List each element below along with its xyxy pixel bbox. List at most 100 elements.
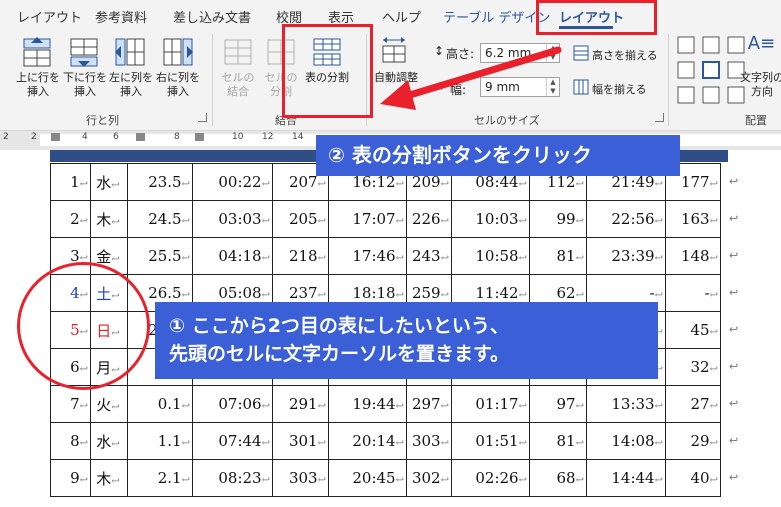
cell-text: 25.5 — [148, 247, 182, 265]
distribute-columns-button[interactable]: 幅を揃える — [592, 81, 647, 97]
table-cell[interactable]: 29↩ — [665, 422, 721, 460]
table-cell[interactable]: 17:07↩ — [328, 200, 407, 238]
insert-row-above-button[interactable]: 上に行を 挿入 — [12, 71, 64, 99]
table-cell[interactable]: 14:08↩ — [586, 422, 666, 460]
table-cell[interactable]: 10:58↩ — [451, 237, 530, 275]
table-cell[interactable]: 303↩ — [272, 459, 329, 497]
merge-cells-button[interactable]: セルの 結合 — [218, 71, 258, 99]
table-cell[interactable]: 9↩ — [50, 459, 91, 497]
table-cell[interactable]: 99↩ — [529, 200, 587, 238]
table-cell[interactable]: 2.1↩ — [127, 459, 193, 497]
distribute-rows-button[interactable]: 高さを揃える — [592, 47, 658, 63]
table-cell[interactable]: 68↩ — [529, 459, 587, 497]
table-cell[interactable]: 水↩ — [90, 422, 128, 460]
table-cell[interactable]: 7↩ — [50, 385, 91, 423]
insert-row-below-button[interactable]: 下に行を 挿入 — [60, 71, 110, 99]
cell-end-mark: ↩ — [79, 401, 88, 412]
table-cell[interactable]: 火↩ — [90, 385, 128, 423]
table-cell[interactable]: 163↩ — [665, 200, 721, 238]
table-cell[interactable]: 1↩ — [50, 163, 91, 201]
table-cell[interactable]: 22:56↩ — [586, 200, 666, 238]
table-row[interactable]: 8↩ 水↩ 1.1↩ 07:44↩ 301↩ 20:14↩ 303↩ 01:51↩ 81↩ 14:… — [50, 422, 721, 460]
cell-alignment-grid-icon[interactable] — [677, 36, 747, 106]
tab-table-design[interactable]: テーブル デザイン — [443, 7, 550, 26]
table-cell[interactable]: 20:14↩ — [328, 422, 407, 460]
table-cell[interactable]: 0.1↩ — [127, 385, 193, 423]
table-cell[interactable]: 木↩ — [90, 200, 128, 238]
table-row[interactable]: 3↩ 金↩ 25.5↩ 04:18↩ 218↩ 17:46↩ 243↩ 10:58↩ 81↩ 23… — [50, 237, 721, 275]
table-cell[interactable]: 32↩ — [665, 348, 721, 386]
table-cell[interactable]: 08:23↩ — [192, 459, 273, 497]
table-cell[interactable]: 03:03↩ — [192, 200, 273, 238]
table-cell[interactable]: 81↩ — [529, 237, 587, 275]
table-cell[interactable]: 243↩ — [406, 237, 452, 275]
ruler-column-marker[interactable] — [136, 133, 145, 141]
table-cell[interactable]: 25.5↩ — [127, 237, 193, 275]
cell-end-mark: ↩ — [518, 179, 527, 190]
table-cell[interactable]: 04:18↩ — [192, 237, 273, 275]
ruler-column-marker[interactable] — [195, 133, 204, 141]
insert-column-right-button[interactable]: 右に列を 挿入 — [153, 71, 203, 99]
table-cell[interactable]: 297↩ — [406, 385, 452, 423]
cell-size-launcher[interactable] — [655, 113, 664, 122]
table-cell[interactable]: 07:06↩ — [192, 385, 273, 423]
table-cell[interactable]: 17:46↩ — [328, 237, 407, 275]
table-cell[interactable]: 23.5↩ — [127, 163, 193, 201]
cell-end-mark: ↩ — [575, 475, 584, 486]
table-cell[interactable]: 148↩ — [665, 237, 721, 275]
table-row[interactable]: 7↩ 火↩ 0.1↩ 07:06↩ 291↩ 19:44↩ 297↩ 01:17↩ 97↩ 13:… — [50, 385, 721, 423]
table-cell[interactable]: 40↩ — [665, 459, 721, 497]
table-cell[interactable]: 木↩ — [90, 459, 128, 497]
table-cell[interactable]: 10:03↩ — [451, 200, 530, 238]
table-cell[interactable]: 97↩ — [529, 385, 587, 423]
table-cell[interactable]: 226↩ — [406, 200, 452, 238]
cell-text: 8 — [70, 432, 80, 450]
cell-end-mark: ↩ — [317, 253, 326, 264]
table-cell[interactable]: 205↩ — [272, 200, 329, 238]
table-cell[interactable]: -↩ — [665, 274, 721, 312]
text-direction-button[interactable]: 文字列の 方向 — [740, 71, 781, 99]
table-cell[interactable]: 27↩ — [665, 385, 721, 423]
table-cell[interactable]: 81↩ — [529, 422, 587, 460]
insert-row-above-label-1: 上に行を — [16, 71, 60, 84]
insert-column-right-label-2: 挿入 — [167, 85, 189, 98]
table-cell[interactable]: 00:22↩ — [192, 163, 273, 201]
cell-text: 303 — [411, 432, 441, 450]
table-cell[interactable]: 301↩ — [272, 422, 329, 460]
cell-text: 177 — [680, 173, 710, 191]
table-cell[interactable]: 19:44↩ — [328, 385, 407, 423]
table-cell[interactable]: 01:51↩ — [451, 422, 530, 460]
tab-mailings[interactable]: 差し込み文書 — [173, 7, 251, 26]
cell-text: 7 — [70, 395, 80, 413]
insert-column-left-button[interactable]: 左に列を 挿入 — [106, 71, 156, 99]
tab-layout[interactable]: レイアウト — [17, 7, 82, 26]
table-cell[interactable]: 01:17↩ — [451, 385, 530, 423]
cell-end-mark: ↩ — [440, 216, 449, 227]
table-cell[interactable]: 20:45↩ — [328, 459, 407, 497]
tab-help[interactable]: ヘルプ — [382, 7, 421, 26]
table-cell[interactable]: 291↩ — [272, 385, 329, 423]
table-row[interactable]: 9↩ 木↩ 2.1↩ 08:23↩ 303↩ 20:45↩ 302↩ 02:26↩ 68↩ 14:… — [50, 459, 721, 497]
table-cell[interactable]: 8↩ — [50, 422, 91, 460]
table-cell[interactable]: 2↩ — [50, 200, 91, 238]
rows-columns-launcher[interactable] — [198, 113, 207, 122]
cell-end-mark: ↩ — [654, 401, 663, 412]
table-cell[interactable]: 24.5↩ — [127, 200, 193, 238]
table-cell[interactable]: 302↩ — [406, 459, 452, 497]
table-cell[interactable]: 水↩ — [90, 163, 128, 201]
cell-end-mark: ↩ — [395, 216, 404, 227]
table-cell[interactable]: 14:44↩ — [586, 459, 666, 497]
table-cell[interactable]: 23:39↩ — [586, 237, 666, 275]
ruler-column-marker[interactable] — [51, 133, 60, 141]
table-cell[interactable]: 218↩ — [272, 237, 329, 275]
table-cell[interactable]: 45↩ — [665, 311, 721, 349]
cell-text: 68 — [556, 469, 576, 487]
tab-references[interactable]: 参考資料 — [95, 7, 147, 26]
table-row[interactable]: 2↩ 木↩ 24.5↩ 03:03↩ 205↩ 17:07↩ 226↩ 10:03↩ 99↩ 22… — [50, 200, 721, 238]
table-cell[interactable]: 13:33↩ — [586, 385, 666, 423]
table-cell[interactable]: 02:26↩ — [451, 459, 530, 497]
table-cell[interactable]: 1.1↩ — [127, 422, 193, 460]
table-cell[interactable]: 303↩ — [406, 422, 452, 460]
cell-end-mark: ↩ — [79, 179, 88, 190]
table-cell[interactable]: 07:44↩ — [192, 422, 273, 460]
